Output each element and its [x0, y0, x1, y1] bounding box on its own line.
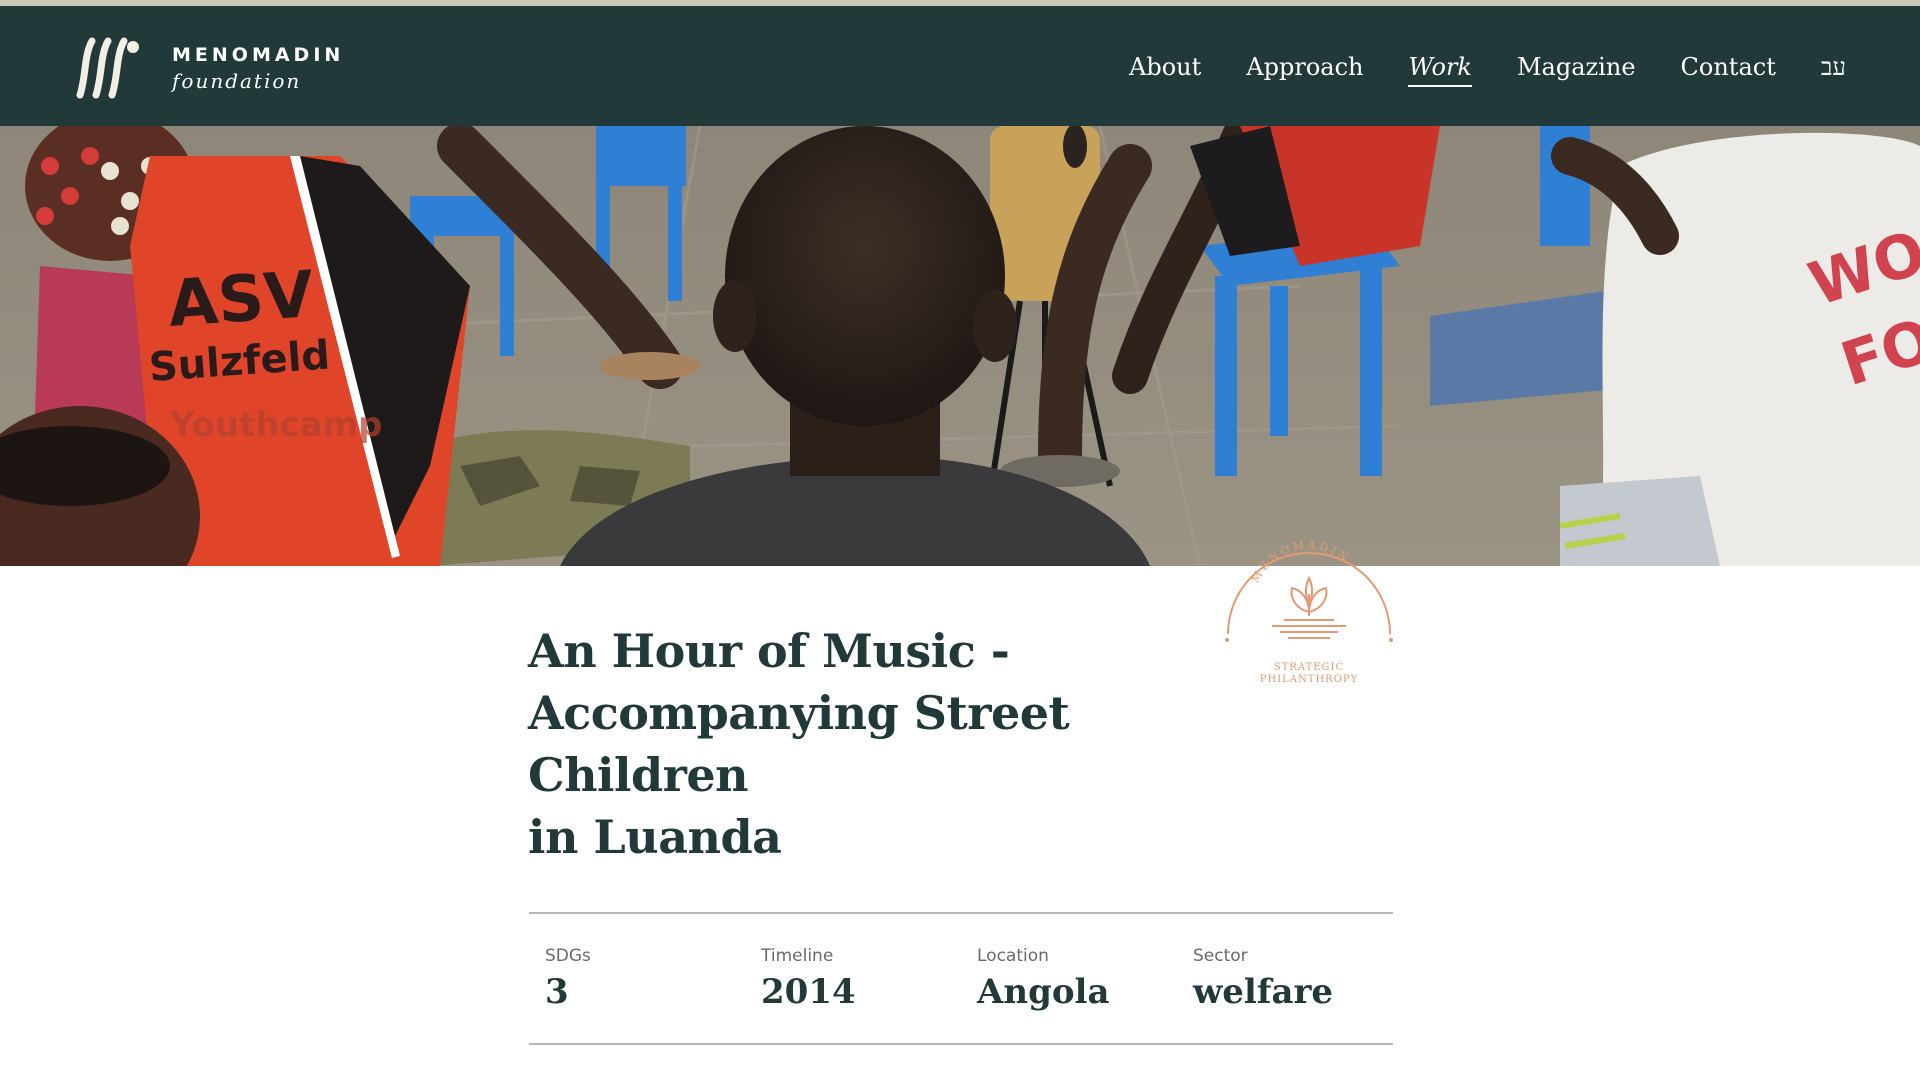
main-navigation: About Approach Work Magazine Contact עב	[1129, 52, 1846, 87]
fact-sdgs: SDGs 3	[529, 914, 745, 1043]
svg-text:MENOMADIN: MENOMADIN	[1249, 539, 1353, 585]
fact-timeline-value: 2014	[761, 972, 856, 1012]
language-switch-hebrew[interactable]: עב	[1821, 52, 1846, 87]
fact-sdgs-value: 3	[545, 972, 569, 1012]
project-facts: SDGs 3 Timeline 2014 Location Angola Sec…	[529, 912, 1393, 1045]
fact-sector-value: welfare	[1193, 972, 1334, 1012]
fact-sdgs-label: SDGs	[545, 946, 591, 966]
fact-sector-label: Sector	[1193, 946, 1248, 966]
fact-sector: Sector welfare	[1177, 914, 1393, 1043]
fact-location: Location Angola	[961, 914, 1177, 1043]
fact-location-label: Location	[977, 946, 1049, 966]
nav-contact[interactable]: Contact	[1681, 52, 1776, 87]
site-header: MENOMADIN foundation About Approach Work…	[0, 6, 1920, 126]
page-title-line-3: in Luanda	[528, 810, 782, 864]
page-title-line-2: Accompanying Street Children	[528, 686, 1070, 802]
page-title: An Hour of Music - Accompanying Street C…	[528, 620, 1288, 868]
hero-shirt-text-youthcamp: Youthcamp	[169, 405, 382, 445]
nav-approach[interactable]: Approach	[1246, 52, 1363, 87]
fact-location-value: Angola	[977, 972, 1110, 1012]
nav-about[interactable]: About	[1129, 52, 1201, 87]
hero-photo: ASV Sulzfeld Youthcamp WO FO	[0, 126, 1920, 566]
foundation-logo-icon	[76, 37, 139, 99]
hero-shirt-text-asv: ASV	[166, 258, 316, 342]
fact-timeline-label: Timeline	[761, 946, 834, 966]
page-title-line-1: An Hour of Music -	[528, 624, 1010, 678]
brand-name: MENOMADIN	[172, 43, 345, 66]
nav-work[interactable]: Work	[1408, 52, 1472, 87]
fact-timeline: Timeline 2014	[745, 914, 961, 1043]
nav-magazine[interactable]: Magazine	[1517, 52, 1636, 87]
home-logo-link[interactable]: MENOMADIN foundation	[76, 34, 344, 102]
hero-photo-illustration: ASV Sulzfeld Youthcamp WO FO	[0, 126, 1920, 566]
brand-subtitle: foundation	[172, 68, 302, 93]
badge-arc-text: MENOMADIN	[1249, 539, 1350, 585]
